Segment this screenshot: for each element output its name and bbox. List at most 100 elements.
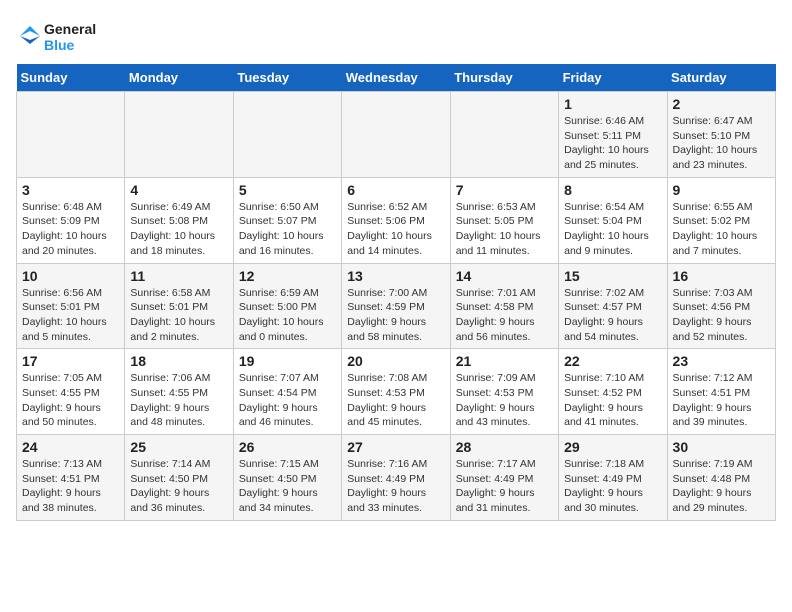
week-row-2: 3 Sunrise: 6:48 AM Sunset: 5:09 PM Daylig…	[17, 177, 776, 263]
calendar-cell: 6 Sunrise: 6:52 AM Sunset: 5:06 PM Daylig…	[342, 177, 450, 263]
cell-info: Sunrise: 7:19 AM Sunset: 4:48 PM Dayligh…	[673, 457, 770, 516]
cell-info: Sunrise: 6:50 AM Sunset: 5:07 PM Dayligh…	[239, 200, 336, 259]
day-number: 27	[347, 439, 444, 455]
day-number: 2	[673, 96, 770, 112]
cell-info: Sunrise: 7:13 AM Sunset: 4:51 PM Dayligh…	[22, 457, 119, 516]
calendar-cell: 30 Sunrise: 7:19 AM Sunset: 4:48 PM Dayli…	[667, 435, 775, 521]
day-number: 13	[347, 268, 444, 284]
day-number: 26	[239, 439, 336, 455]
cell-info: Sunrise: 7:16 AM Sunset: 4:49 PM Dayligh…	[347, 457, 444, 516]
day-header-sunday: Sunday	[17, 64, 125, 92]
calendar-cell: 28 Sunrise: 7:17 AM Sunset: 4:49 PM Dayli…	[450, 435, 558, 521]
day-number: 23	[673, 353, 770, 369]
calendar-cell: 24 Sunrise: 7:13 AM Sunset: 4:51 PM Dayli…	[17, 435, 125, 521]
calendar-cell	[125, 92, 233, 178]
calendar-cell	[233, 92, 341, 178]
calendar-cell: 27 Sunrise: 7:16 AM Sunset: 4:49 PM Dayli…	[342, 435, 450, 521]
day-number: 20	[347, 353, 444, 369]
day-number: 3	[22, 182, 119, 198]
day-number: 1	[564, 96, 661, 112]
calendar-cell: 25 Sunrise: 7:14 AM Sunset: 4:50 PM Dayli…	[125, 435, 233, 521]
day-number: 16	[673, 268, 770, 284]
day-number: 18	[130, 353, 227, 369]
calendar-cell: 2 Sunrise: 6:47 AM Sunset: 5:10 PM Daylig…	[667, 92, 775, 178]
calendar-cell: 17 Sunrise: 7:05 AM Sunset: 4:55 PM Dayli…	[17, 349, 125, 435]
day-number: 22	[564, 353, 661, 369]
calendar-cell: 3 Sunrise: 6:48 AM Sunset: 5:09 PM Daylig…	[17, 177, 125, 263]
logo-svg: GeneralBlue	[16, 16, 106, 56]
calendar-cell: 29 Sunrise: 7:18 AM Sunset: 4:49 PM Dayli…	[559, 435, 667, 521]
svg-text:General: General	[44, 21, 96, 37]
cell-info: Sunrise: 6:53 AM Sunset: 5:05 PM Dayligh…	[456, 200, 553, 259]
day-number: 24	[22, 439, 119, 455]
cell-info: Sunrise: 7:18 AM Sunset: 4:49 PM Dayligh…	[564, 457, 661, 516]
cell-info: Sunrise: 7:00 AM Sunset: 4:59 PM Dayligh…	[347, 286, 444, 345]
calendar-table: SundayMondayTuesdayWednesdayThursdayFrid…	[16, 64, 776, 521]
day-header-tuesday: Tuesday	[233, 64, 341, 92]
header: GeneralBlue	[16, 16, 776, 56]
calendar-cell: 19 Sunrise: 7:07 AM Sunset: 4:54 PM Dayli…	[233, 349, 341, 435]
cell-info: Sunrise: 7:14 AM Sunset: 4:50 PM Dayligh…	[130, 457, 227, 516]
day-number: 6	[347, 182, 444, 198]
cell-info: Sunrise: 6:46 AM Sunset: 5:11 PM Dayligh…	[564, 114, 661, 173]
calendar-cell	[17, 92, 125, 178]
day-number: 8	[564, 182, 661, 198]
day-header-monday: Monday	[125, 64, 233, 92]
calendar-cell: 7Sunrise: 6:53 AM Sunset: 5:05 PM Daylig…	[450, 177, 558, 263]
cell-info: Sunrise: 6:54 AM Sunset: 5:04 PM Dayligh…	[564, 200, 661, 259]
calendar-cell: 23 Sunrise: 7:12 AM Sunset: 4:51 PM Dayli…	[667, 349, 775, 435]
cell-info: Sunrise: 7:05 AM Sunset: 4:55 PM Dayligh…	[22, 371, 119, 430]
cell-info: Sunrise: 6:49 AM Sunset: 5:08 PM Dayligh…	[130, 200, 227, 259]
calendar-cell	[342, 92, 450, 178]
day-header-thursday: Thursday	[450, 64, 558, 92]
calendar-cell: 1 Sunrise: 6:46 AM Sunset: 5:11 PM Daylig…	[559, 92, 667, 178]
cell-info: Sunrise: 7:01 AM Sunset: 4:58 PM Dayligh…	[456, 286, 553, 345]
day-number: 15	[564, 268, 661, 284]
week-row-3: 10 Sunrise: 6:56 AM Sunset: 5:01 PM Dayli…	[17, 263, 776, 349]
cell-info: Sunrise: 6:56 AM Sunset: 5:01 PM Dayligh…	[22, 286, 119, 345]
cell-info: Sunrise: 7:17 AM Sunset: 4:49 PM Dayligh…	[456, 457, 553, 516]
week-row-4: 17 Sunrise: 7:05 AM Sunset: 4:55 PM Dayli…	[17, 349, 776, 435]
cell-info: Sunrise: 7:06 AM Sunset: 4:55 PM Dayligh…	[130, 371, 227, 430]
cell-info: Sunrise: 7:02 AM Sunset: 4:57 PM Dayligh…	[564, 286, 661, 345]
cell-info: Sunrise: 7:09 AM Sunset: 4:53 PM Dayligh…	[456, 371, 553, 430]
calendar-cell: 20 Sunrise: 7:08 AM Sunset: 4:53 PM Dayli…	[342, 349, 450, 435]
cell-info: Sunrise: 6:48 AM Sunset: 5:09 PM Dayligh…	[22, 200, 119, 259]
day-number: 30	[673, 439, 770, 455]
calendar-cell: 21 Sunrise: 7:09 AM Sunset: 4:53 PM Dayli…	[450, 349, 558, 435]
day-number: 25	[130, 439, 227, 455]
calendar-cell: 12Sunrise: 6:59 AM Sunset: 5:00 PM Dayli…	[233, 263, 341, 349]
day-header-wednesday: Wednesday	[342, 64, 450, 92]
cell-info: Sunrise: 6:58 AM Sunset: 5:01 PM Dayligh…	[130, 286, 227, 345]
day-number: 19	[239, 353, 336, 369]
calendar-cell: 14 Sunrise: 7:01 AM Sunset: 4:58 PM Dayli…	[450, 263, 558, 349]
cell-info: Sunrise: 6:59 AM Sunset: 5:00 PM Dayligh…	[239, 286, 336, 345]
calendar-cell	[450, 92, 558, 178]
header-row: SundayMondayTuesdayWednesdayThursdayFrid…	[17, 64, 776, 92]
cell-info: Sunrise: 7:08 AM Sunset: 4:53 PM Dayligh…	[347, 371, 444, 430]
day-header-saturday: Saturday	[667, 64, 775, 92]
calendar-cell: 4Sunrise: 6:49 AM Sunset: 5:08 PM Daylig…	[125, 177, 233, 263]
day-number: 5	[239, 182, 336, 198]
day-number: 17	[22, 353, 119, 369]
cell-info: Sunrise: 7:12 AM Sunset: 4:51 PM Dayligh…	[673, 371, 770, 430]
cell-info: Sunrise: 7:10 AM Sunset: 4:52 PM Dayligh…	[564, 371, 661, 430]
day-number: 21	[456, 353, 553, 369]
cell-info: Sunrise: 6:47 AM Sunset: 5:10 PM Dayligh…	[673, 114, 770, 173]
cell-info: Sunrise: 7:15 AM Sunset: 4:50 PM Dayligh…	[239, 457, 336, 516]
calendar-cell: 5 Sunrise: 6:50 AM Sunset: 5:07 PM Daylig…	[233, 177, 341, 263]
day-number: 10	[22, 268, 119, 284]
cell-info: Sunrise: 6:55 AM Sunset: 5:02 PM Dayligh…	[673, 200, 770, 259]
day-number: 28	[456, 439, 553, 455]
week-row-5: 24 Sunrise: 7:13 AM Sunset: 4:51 PM Dayli…	[17, 435, 776, 521]
day-header-friday: Friday	[559, 64, 667, 92]
calendar-cell: 10 Sunrise: 6:56 AM Sunset: 5:01 PM Dayli…	[17, 263, 125, 349]
day-number: 11	[130, 268, 227, 284]
day-number: 29	[564, 439, 661, 455]
day-number: 14	[456, 268, 553, 284]
calendar-cell: 16Sunrise: 7:03 AM Sunset: 4:56 PM Dayli…	[667, 263, 775, 349]
week-row-1: 1 Sunrise: 6:46 AM Sunset: 5:11 PM Daylig…	[17, 92, 776, 178]
cell-info: Sunrise: 7:07 AM Sunset: 4:54 PM Dayligh…	[239, 371, 336, 430]
cell-info: Sunrise: 6:52 AM Sunset: 5:06 PM Dayligh…	[347, 200, 444, 259]
calendar-cell: 15 Sunrise: 7:02 AM Sunset: 4:57 PM Dayli…	[559, 263, 667, 349]
